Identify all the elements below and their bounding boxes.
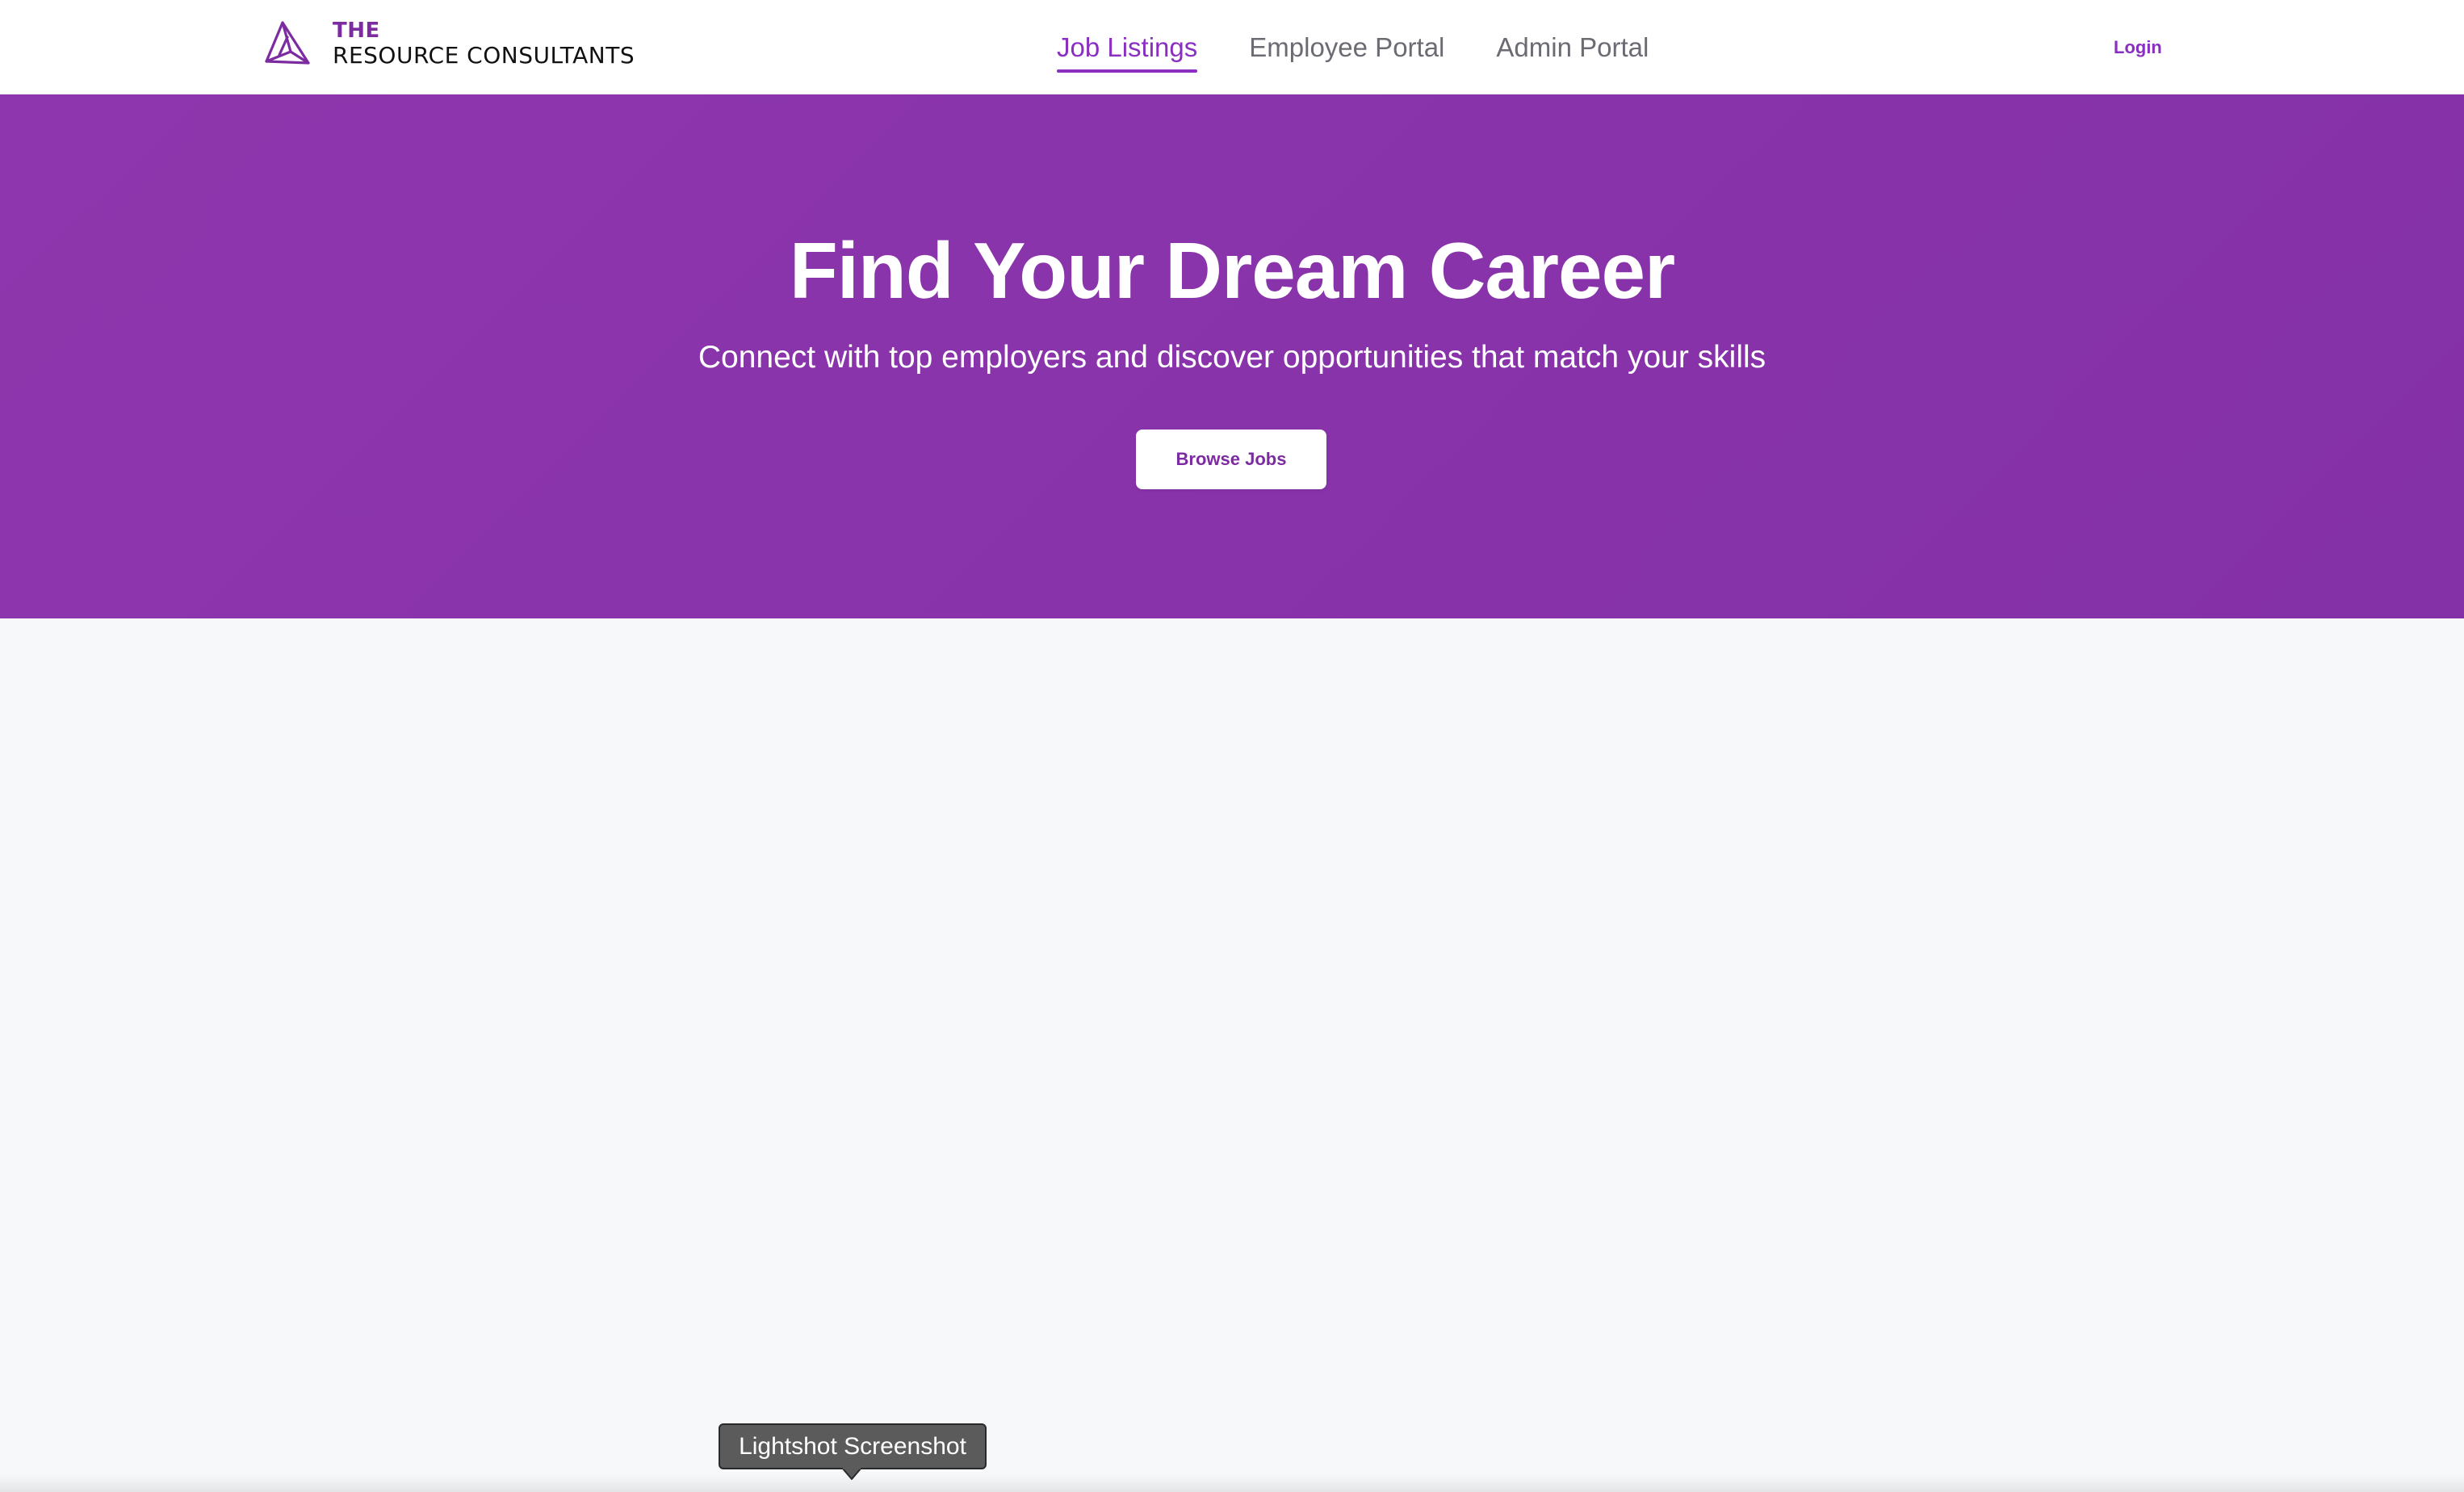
browse-jobs-button[interactable]: Browse Jobs — [1136, 430, 1326, 489]
hero-title: Find Your Dream Career — [789, 226, 1675, 315]
nav-item-admin-portal[interactable]: Admin Portal — [1496, 0, 1649, 94]
hero-banner: Find Your Dream Career Connect with top … — [0, 94, 2464, 618]
pyramid-icon — [265, 21, 310, 65]
bottom-shadow — [0, 1474, 2464, 1492]
brand-line-2: RESOURCE CONSULTANTS — [333, 42, 635, 69]
brand-line-1: THE — [333, 19, 380, 43]
main-nav: Job Listings Employee Portal Admin Porta… — [1057, 0, 1700, 94]
nav-item-employee-portal[interactable]: Employee Portal — [1249, 0, 1444, 94]
top-navbar: THE RESOURCE CONSULTANTS Job Listings Em… — [0, 0, 2464, 94]
brand-wordmark: THE RESOURCE CONSULTANTS — [333, 20, 635, 67]
login-link[interactable]: Login — [2114, 0, 2162, 94]
tooltip-arrow-icon — [841, 1468, 862, 1480]
hero-subtitle: Connect with top employers and discover … — [698, 340, 1766, 375]
screenshot-tooltip: Lightshot Screenshot — [719, 1423, 987, 1469]
nav-item-job-listings[interactable]: Job Listings — [1057, 0, 1198, 94]
brand-logo[interactable]: THE RESOURCE CONSULTANTS — [263, 18, 635, 69]
main-content — [0, 618, 2464, 1492]
